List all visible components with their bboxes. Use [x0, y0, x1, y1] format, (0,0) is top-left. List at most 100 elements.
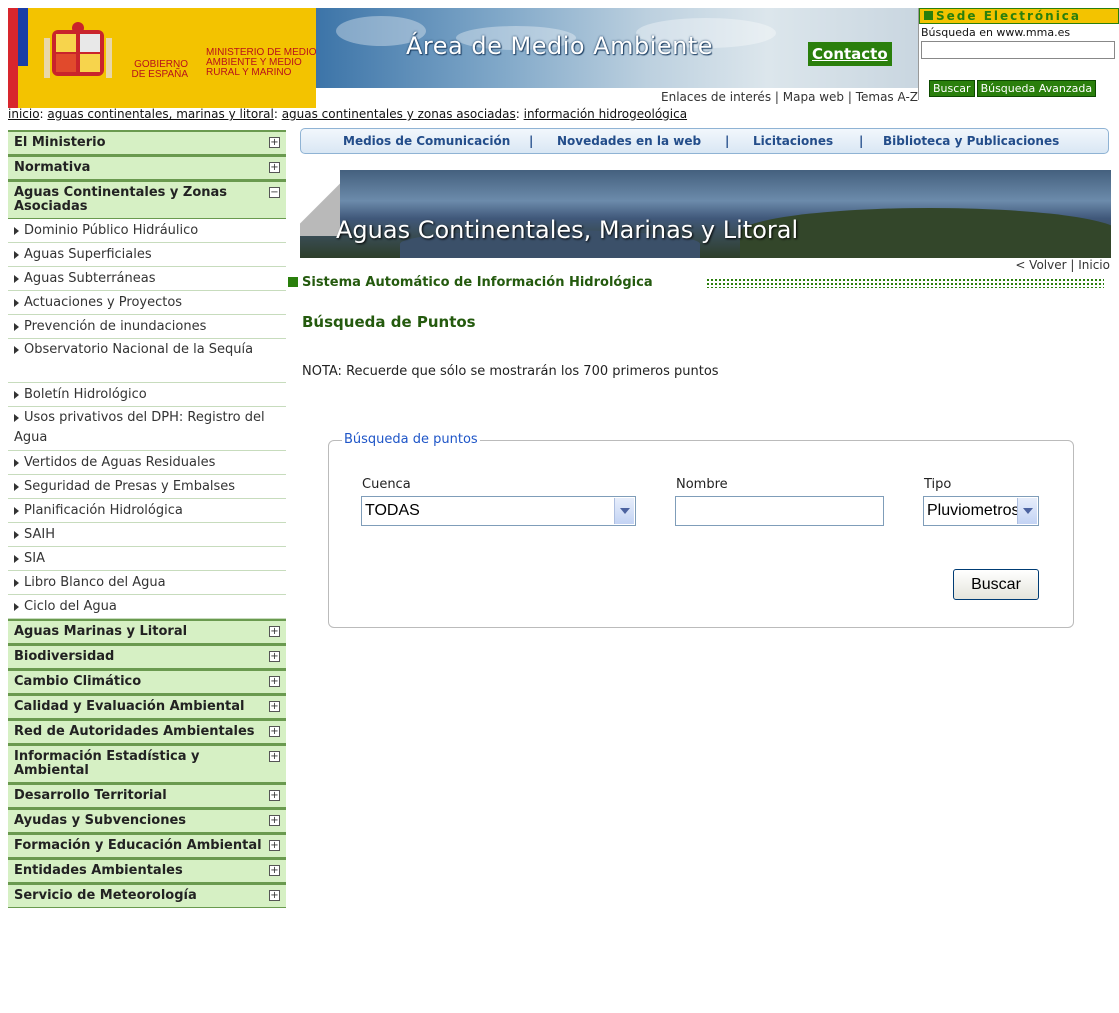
tipo-value: Pluviometros	[927, 502, 1020, 519]
site-search-button[interactable]: Buscar	[929, 80, 975, 97]
sede-icon	[924, 11, 933, 20]
bullet-arrow-icon	[14, 322, 19, 331]
header-links[interactable]: Enlaces de interés | Mapa web | Temas A-…	[316, 88, 918, 108]
sidebar-item[interactable]: Libro Blanco del Agua	[8, 571, 286, 595]
expand-icon[interactable]: +	[269, 726, 280, 737]
subsection-heading: Sistema Automático de Información Hidrol…	[288, 275, 1108, 291]
gov-name: GOBIERNO DE ESPAÑA	[131, 59, 189, 80]
expand-icon[interactable]: +	[269, 676, 280, 687]
nombre-label: Nombre	[676, 477, 728, 492]
sidebar-item[interactable]: Prevención de inundaciones	[8, 315, 286, 339]
cuenca-value: TODAS	[365, 502, 420, 519]
bullet-arrow-icon	[14, 298, 19, 307]
expand-icon[interactable]: +	[269, 790, 280, 801]
sidebar-section[interactable]: Desarrollo Territorial +	[8, 783, 286, 808]
contact-link[interactable]: Contacto	[808, 42, 892, 66]
sidebar-section[interactable]: Entidades Ambientales +	[8, 858, 286, 883]
sidebar-item[interactable]: Actuaciones y Proyectos	[8, 291, 286, 315]
sidebar-item[interactable]: Aguas Subterráneas	[8, 267, 286, 291]
bullet-arrow-icon	[14, 530, 19, 539]
breadcrumb-item[interactable]: aguas continentales, marinas y litoral	[47, 107, 273, 121]
flag-stripe-blue	[18, 8, 28, 66]
sede-electronica-box: Sede Electrónica Búsqueda en www.mma.es …	[918, 8, 1119, 100]
bullet-arrow-icon	[14, 458, 19, 467]
section-photo-banner	[300, 170, 1111, 258]
bullet-arrow-icon	[14, 413, 19, 422]
sidebar-section[interactable]: Servicio de Meteorología +	[8, 883, 286, 908]
sidebar-item[interactable]: Aguas Superficiales	[8, 243, 286, 267]
expand-icon[interactable]: +	[269, 815, 280, 826]
breadcrumb-item[interactable]: información hidrogeológica	[524, 107, 687, 121]
home-link[interactable]: Inicio	[1078, 258, 1110, 272]
note-text: NOTA: Recuerde que sólo se mostrarán los…	[302, 364, 719, 379]
cuenca-select[interactable]: TODAS	[361, 496, 636, 526]
nav-link-novedades[interactable]: Novedades en la web	[557, 129, 701, 153]
expand-icon[interactable]: +	[269, 162, 280, 173]
sidebar-section[interactable]: Información Estadística y Ambiental +	[8, 744, 286, 783]
nombre-input[interactable]	[675, 496, 884, 526]
dotted-rule	[706, 278, 1104, 288]
sidebar-item[interactable]: SAIH	[8, 523, 286, 547]
site-search-label: Búsqueda en www.mma.es	[921, 26, 1071, 39]
sidebar-section[interactable]: Cambio Climático +	[8, 669, 286, 694]
sidebar-section[interactable]: Formación y Educación Ambiental +	[8, 833, 286, 858]
bullet-arrow-icon	[14, 578, 19, 587]
nav-link-licitaciones[interactable]: Licitaciones	[753, 129, 833, 153]
expand-icon[interactable]: +	[269, 840, 280, 851]
nav-link-medios[interactable]: Medios de Comunicación	[343, 129, 510, 153]
expand-icon[interactable]: +	[269, 865, 280, 876]
expand-icon[interactable]: +	[269, 890, 280, 901]
government-logo-block[interactable]: GOBIERNO DE ESPAÑA MINISTERIO DE MEDIO A…	[8, 8, 317, 108]
tipo-select[interactable]: Pluviometros	[923, 496, 1039, 526]
sidebar-section[interactable]: El Ministerio +	[8, 130, 286, 155]
advanced-search-button[interactable]: Búsqueda Avanzada	[976, 80, 1097, 97]
sidebar-section[interactable]: Aguas Marinas y Litoral +	[8, 619, 286, 644]
sidebar-section[interactable]: Red de Autoridades Ambientales +	[8, 719, 286, 744]
nav-link-biblioteca[interactable]: Biblioteca y Publicaciones	[883, 129, 1059, 153]
sidebar-item[interactable]: Observatorio Nacional de la Sequía	[8, 339, 286, 383]
nav-separator: |	[859, 134, 864, 148]
fieldset-legend: Búsqueda de puntos	[342, 432, 480, 447]
sidebar: El Ministerio + Normativa + Aguas Continen…	[8, 130, 286, 908]
search-submit-button[interactable]: Buscar	[953, 569, 1039, 600]
site-search-input[interactable]	[921, 41, 1115, 59]
tipo-label: Tipo	[924, 477, 952, 492]
chevron-down-icon[interactable]	[614, 498, 634, 524]
page: GOBIERNO DE ESPAÑA MINISTERIO DE MEDIO A…	[0, 0, 1119, 1013]
sidebar-section[interactable]: Normativa +	[8, 155, 286, 180]
sidebar-item[interactable]: Dominio Público Hidráulico	[8, 219, 286, 243]
expand-icon[interactable]: +	[269, 626, 280, 637]
bullet-arrow-icon	[14, 602, 19, 611]
bullet-arrow-icon	[14, 482, 19, 491]
sede-title-text: Sede Electrónica	[936, 9, 1082, 23]
sidebar-item[interactable]: Vertidos de Aguas Residuales	[8, 451, 286, 475]
chevron-down-icon[interactable]	[1017, 498, 1037, 524]
site-search-buttons: Buscar Búsqueda Avanzada	[927, 80, 1097, 97]
collapse-icon[interactable]: −	[269, 187, 280, 198]
sidebar-item[interactable]: Boletín Hidrológico	[8, 383, 286, 407]
expand-icon[interactable]: +	[269, 751, 280, 762]
cuenca-label: Cuenca	[362, 477, 411, 492]
bullet-arrow-icon	[14, 506, 19, 515]
sidebar-item[interactable]: SIA	[8, 547, 286, 571]
sidebar-section[interactable]: Calidad y Evaluación Ambiental +	[8, 694, 286, 719]
back-link[interactable]: < Volver	[1015, 258, 1066, 272]
sidebar-section[interactable]: Biodiversidad +	[8, 644, 286, 669]
sede-title[interactable]: Sede Electrónica	[919, 8, 1119, 24]
sidebar-item[interactable]: Seguridad de Presas y Embalses	[8, 475, 286, 499]
sidebar-section[interactable]: Ayudas y Subvenciones +	[8, 808, 286, 833]
bullet-arrow-icon	[14, 274, 19, 283]
sidebar-item[interactable]: Ciclo del Agua	[8, 595, 286, 619]
expand-icon[interactable]: +	[269, 651, 280, 662]
breadcrumb-item[interactable]: inicio	[8, 107, 40, 121]
bullet-arrow-icon	[14, 226, 19, 235]
sidebar-item[interactable]: Usos privativos del DPH: Registro del Ag…	[8, 407, 286, 451]
expand-icon[interactable]: +	[269, 701, 280, 712]
section-title: Aguas Continentales, Marinas y Litoral	[336, 216, 799, 244]
sidebar-item[interactable]: Planificación Hidrológica	[8, 499, 286, 523]
breadcrumb-item[interactable]: aguas continentales y zonas asociadas	[282, 107, 516, 121]
bullet-arrow-icon	[14, 390, 19, 399]
sidebar-section-open[interactable]: Aguas Continentales y Zonas Asociadas −	[8, 180, 286, 219]
flag-stripe-red	[8, 8, 18, 108]
expand-icon[interactable]: +	[269, 137, 280, 148]
